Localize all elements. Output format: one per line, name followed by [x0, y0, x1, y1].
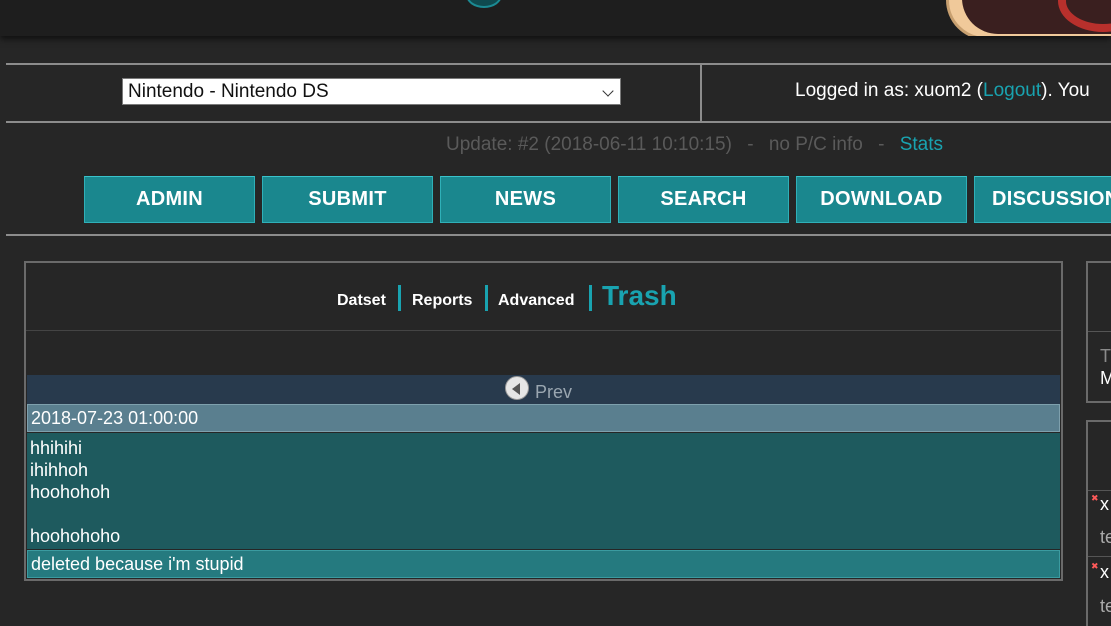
right-panel-bottom: ✖ x te ✖ x te: [1086, 420, 1111, 626]
pc-info-text: no P/C info: [768, 134, 863, 155]
login-prefix: Logged in as: xuom2 (: [795, 80, 984, 101]
tab-separator: [398, 285, 401, 311]
right-panel-divider: [1088, 331, 1111, 332]
entry-date: 2018-07-23 01:00:00: [27, 404, 1060, 432]
system-select[interactable]: Nintendo - Nintendo DS: [122, 78, 621, 105]
right-panel-divider: [1088, 490, 1111, 491]
right-panel-text: te: [1100, 596, 1111, 616]
right-panel-text: te: [1100, 527, 1111, 547]
entry-body: hhihihi ihihhoh hoohohoh hoohohoho: [27, 433, 1060, 549]
stats-link[interactable]: Stats: [900, 134, 943, 155]
tab-advanced[interactable]: Advanced: [498, 292, 574, 310]
delete-icon[interactable]: ✖: [1091, 562, 1099, 571]
update-text: Update: #2 (2018-06-11 10:10:15): [446, 134, 732, 155]
right-panel-text: M: [1100, 368, 1111, 388]
nav-admin-button[interactable]: ADMIN: [84, 176, 255, 223]
right-panel-text: T: [1100, 346, 1111, 366]
right-panel-divider: [1088, 556, 1111, 557]
divider-top: [6, 63, 1111, 65]
nav-news-button[interactable]: NEWS: [440, 176, 611, 223]
prev-link[interactable]: Prev: [535, 382, 572, 403]
tab-trash[interactable]: Trash: [602, 280, 677, 312]
nav-download-button[interactable]: DOWNLOAD: [796, 176, 967, 223]
panel-tabs: Datset Reports Advanced Trash: [26, 263, 1061, 331]
divider-middle: [6, 121, 1111, 123]
right-panel-top: T M: [1086, 261, 1111, 403]
top-banner: [0, 0, 1111, 36]
update-info: Update: #2 (2018-06-11 10:10:15) - no P/…: [446, 134, 943, 156]
update-separator: -: [747, 134, 754, 155]
pager-bar: Prev: [27, 375, 1060, 404]
update-separator: -: [878, 134, 885, 155]
page: Nintendo - Nintendo DS Logged in as: xuo…: [0, 0, 1111, 626]
login-suffix: ). You: [1041, 80, 1090, 101]
delete-icon[interactable]: ✖: [1091, 494, 1099, 503]
tab-datset[interactable]: Datset: [337, 292, 386, 310]
trash-panel: Datset Reports Advanced Trash Prev 2018-…: [24, 261, 1063, 581]
logout-link[interactable]: Logout: [983, 80, 1041, 101]
vertical-divider: [700, 64, 702, 122]
nav-discussion-button[interactable]: DISCUSSION: [974, 176, 1111, 223]
right-panel-text: x: [1100, 562, 1109, 582]
tab-separator: [485, 285, 488, 311]
divider-bottom: [6, 234, 1111, 236]
entry-reason: deleted because i'm stupid: [27, 550, 1060, 578]
system-select-value: Nintendo - Nintendo DS: [128, 81, 329, 102]
prev-arrow-icon[interactable]: [505, 376, 529, 400]
tab-reports[interactable]: Reports: [412, 292, 472, 310]
nav-search-button[interactable]: SEARCH: [618, 176, 789, 223]
banner-logo-icon: [466, 0, 502, 8]
tab-separator: [589, 285, 592, 311]
login-status: Logged in as: xuom2 (Logout). You: [795, 80, 1090, 102]
right-panel-text: x: [1100, 494, 1109, 514]
nav-submit-button[interactable]: SUBMIT: [262, 176, 433, 223]
chevron-down-icon: [602, 85, 614, 97]
